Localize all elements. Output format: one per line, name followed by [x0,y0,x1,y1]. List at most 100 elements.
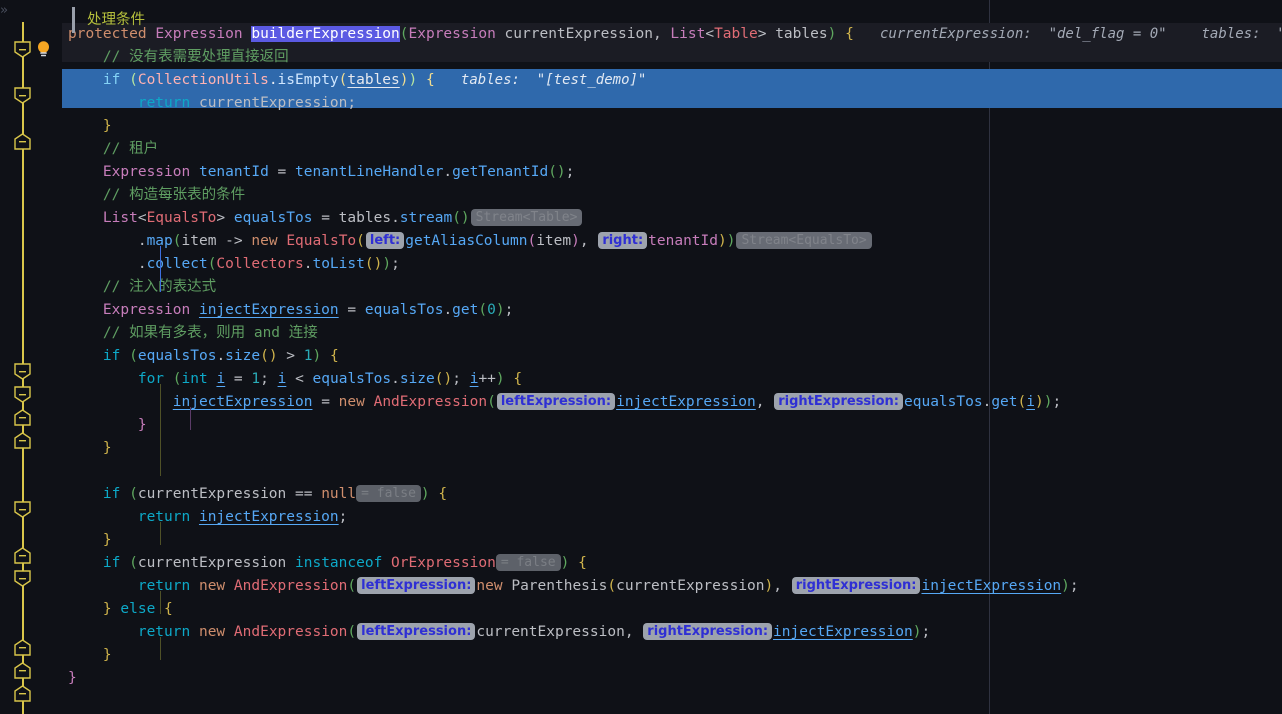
arg-item: item [536,233,572,249]
keyword-int: int [181,371,208,387]
var-injectexpression: injectExpression [773,624,913,640]
fold-marker-down[interactable] [14,501,31,518]
code-line-return-and-parenthesis: return new AndExpression(leftExpression:… [137,577,1079,594]
fold-marker-up[interactable] [14,409,31,426]
debug-value-tables: tables: "[test_demo]" [1201,26,1282,42]
var-equalstos: equalsTos [137,348,217,364]
doc-hint-text: 处理条件 [87,11,145,28]
fold-marker-down[interactable] [14,41,31,58]
fold-marker-up[interactable] [14,133,31,150]
param-currentexpression: currentExpression [504,26,653,42]
code-line-if-null: if (currentExpression == null = false) { [102,485,448,502]
method-stream: stream [399,210,453,226]
editor-gutter[interactable]: » [0,0,62,714]
var-injectexpression: injectExpression [921,578,1062,594]
comment-text: // 租户 [102,141,159,157]
class-collectionutils: CollectionUtils [137,72,269,88]
code-editor[interactable]: 处理条件 » protected Expression builderExpre… [0,0,1282,714]
class-collectors: Collectors [216,256,304,272]
code-content[interactable]: protected Expression builderExpression(E… [62,0,1282,714]
var-currentexpression: currentExpression [198,95,348,111]
debug-value-tables-2: tables: "[test_demo]" [460,72,647,88]
type-expression: Expression [102,164,191,180]
keyword-new: new [338,394,365,410]
indent-guide [160,522,161,545]
code-line-comment-4: // 注入的表达式 [62,276,1282,299]
inlay-hint-rightexpression: rightExpression: [791,577,921,594]
keyword-if: if [102,72,121,88]
indent-guide [160,384,161,476]
fold-marker-down[interactable] [14,570,31,587]
literal-one: 1 [251,371,261,387]
fold-marker-down[interactable] [14,386,31,403]
keyword-return: return [137,578,191,594]
keyword-if: if [102,348,121,364]
var-injectexpression: injectExpression [172,394,313,410]
type-expression-param: Expression [408,26,496,42]
method-gettenantid: getTenantId [452,164,549,180]
keyword-else: else [120,601,156,617]
method-size: size [399,371,435,387]
fold-marker-up[interactable] [14,639,31,656]
fold-marker-up[interactable] [14,662,31,679]
code-line-if-size: if (equalsTos.size() > 1) { [102,348,339,364]
inlay-hint-false-2: = false [495,554,561,571]
code-line-return-and-current: return new AndExpression(leftExpression:… [137,623,931,640]
code-line-comment-5: // 如果有多表，则用 and 连接 [62,322,1282,345]
code-line-return-current: return currentExpression; [137,95,357,111]
type-list: List [670,26,706,42]
var-injectexpression: injectExpression [198,509,339,525]
var-i: i [216,371,226,387]
chevron-right-icon[interactable]: » [0,2,14,20]
doc-hint: 处理条件 [62,0,145,40]
code-line-close-brace-5: } [102,647,112,663]
var-currentexpression: currentExpression [476,624,625,640]
method-size: size [225,348,261,364]
lambda-param-item: item [181,233,217,249]
keyword-return: return [137,509,191,525]
var-tables: tables [347,72,400,88]
var-i: i [277,371,287,387]
keyword-new: new [476,578,503,594]
method-get: get [452,302,479,318]
code-line-tenantid: Expression tenantId = tenantLineHandler.… [102,164,575,180]
literal-zero: 0 [487,302,496,318]
keyword-new: new [251,233,278,249]
code-line-close-brace-1: } [102,118,112,134]
fold-marker-down[interactable] [14,87,31,104]
code-line-comment-2: // 租户 [62,138,1282,161]
fold-marker-up[interactable] [14,547,31,564]
code-line-close-brace-3: } [102,440,112,456]
inlay-hint-leftexpression: leftExpression: [496,393,616,410]
keyword-new: new [198,578,226,594]
var-equalstos: equalsTos [364,302,444,318]
code-line-method-signature[interactable]: protected Expression builderExpression(E… [62,23,1282,46]
fold-marker-up[interactable] [14,432,31,449]
fold-marker-up[interactable] [14,685,31,702]
inlay-hint-left: left: [365,232,405,249]
inlay-hint-right: right: [598,232,648,249]
code-line-map: .map(item -> new EqualsTo(left: getAliasC… [62,230,1282,253]
var-tenantid: tenantId [198,164,269,180]
type-andexpression: AndExpression [233,578,348,594]
var-injectexpression: injectExpression [198,302,339,318]
method-getaliascolumn: getAliasColumn [405,233,528,249]
var-i: i [1026,394,1035,410]
type-orexpression: OrExpression [391,555,496,571]
keyword-instanceof: instanceof [295,555,383,571]
type-andexpression: AndExpression [233,624,348,640]
fold-marker-down[interactable] [14,363,31,380]
code-line-if-isempty[interactable]: if (CollectionUtils.isEmpty(tables)) { t… [62,69,1282,92]
field-tenantlinehandler: tenantLineHandler [295,164,444,180]
inlay-hint-rightexpression: rightExpression: [643,623,773,640]
lightbulb-intention-icon[interactable] [35,40,52,59]
code-line-comment-3: // 构造每张表的条件 [62,184,1282,207]
code-line-for-loop: for (int i = 1; i < equalsTos.size(); i+… [137,371,523,387]
type-equalsto: EqualsTo [286,233,357,249]
type-parenthesis: Parenthesis [511,578,608,594]
var-injectexpression: injectExpression [616,394,756,410]
selected-method-name[interactable]: builderExpression [251,26,400,42]
keyword-if: if [102,486,121,502]
type-equalsto: EqualsTo [146,210,217,226]
